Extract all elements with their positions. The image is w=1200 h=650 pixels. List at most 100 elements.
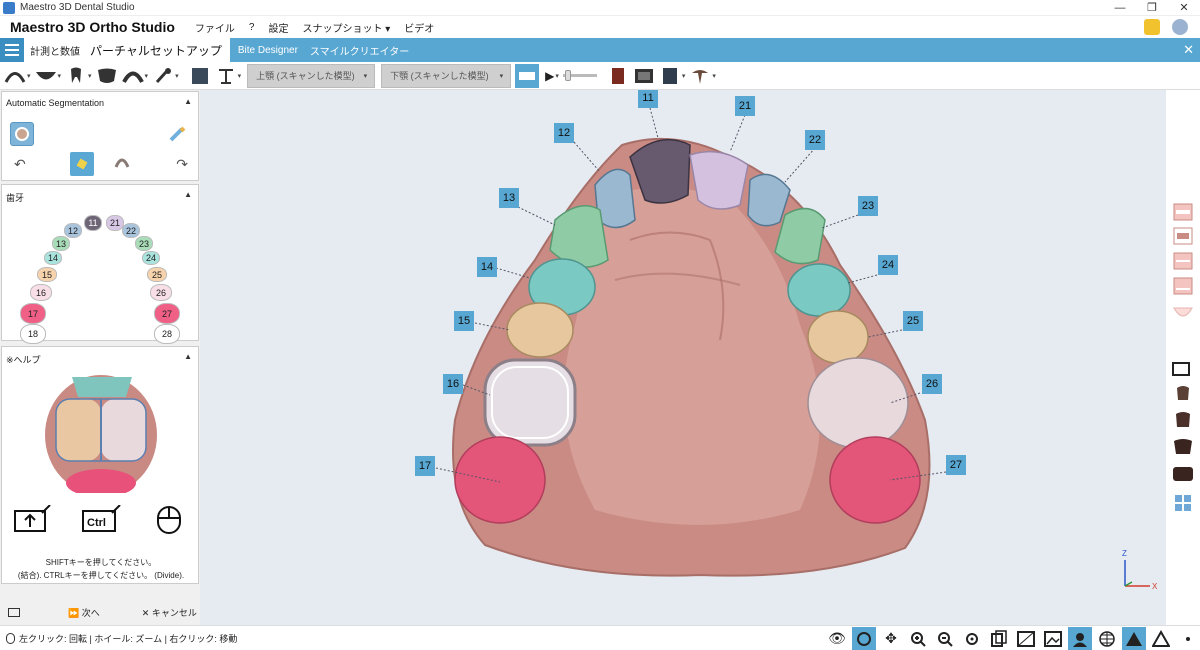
tooth-chip-17[interactable]: 17: [20, 303, 46, 324]
menu-help[interactable]: ?: [249, 22, 255, 33]
tooth-17[interactable]: [454, 436, 546, 524]
maximize-button[interactable]: ❐: [1136, 0, 1168, 16]
tooth-chip-27[interactable]: 27: [154, 303, 180, 324]
tooth-chip-23[interactable]: 23: [135, 236, 153, 251]
view-lower-jaw-icon[interactable]: [1171, 276, 1195, 296]
chat-icon[interactable]: [1144, 19, 1160, 35]
tooth-chip-12[interactable]: 12: [64, 223, 82, 238]
slider-handle[interactable]: [564, 70, 571, 81]
square-view-icon[interactable]: [189, 66, 211, 86]
tooth-chip-25[interactable]: 25: [147, 267, 167, 282]
tab-measure[interactable]: 計測と数値: [30, 43, 80, 58]
zoom-out-icon[interactable]: [933, 627, 957, 650]
tooth-label-11[interactable]: 11: [638, 90, 658, 108]
tooth-13[interactable]: [549, 205, 609, 268]
tooth-shade-1-icon[interactable]: [1171, 384, 1195, 404]
triangle-solid-icon[interactable]: [1122, 626, 1146, 650]
tooth-25[interactable]: [807, 310, 869, 364]
chevron-down-icon[interactable]: ▾: [712, 72, 716, 80]
menu-snapshot[interactable]: スナップショット ▾: [302, 20, 390, 35]
report-icon[interactable]: [607, 66, 629, 86]
minimize-button[interactable]: —: [1104, 0, 1136, 16]
tooth-24[interactable]: [787, 263, 851, 317]
section-tool-icon[interactable]: [1171, 358, 1195, 378]
tooth-27[interactable]: [829, 436, 921, 524]
triangle-outline-icon[interactable]: [1149, 627, 1173, 650]
panel-toggle-icon[interactable]: [8, 608, 20, 617]
brush-icon[interactable]: [152, 66, 174, 86]
view-upper-jaw-icon[interactable]: [1171, 251, 1195, 271]
tooth-chip-24[interactable]: 24: [142, 251, 160, 265]
tab-partial-setup[interactable]: パーチャルセットアップ: [90, 42, 222, 59]
dental-arch-model[interactable]: Z X: [200, 90, 1166, 625]
chevron-down-icon[interactable]: ▾: [58, 72, 62, 80]
tooth-label-14[interactable]: 14: [477, 257, 497, 277]
tooth-label-26[interactable]: 26: [922, 374, 942, 394]
tooth-chip-15[interactable]: 15: [37, 267, 57, 282]
chevron-down-icon[interactable]: ▾: [145, 72, 149, 80]
arch-icon[interactable]: [114, 156, 130, 171]
lower-jaw-select[interactable]: 下顎 (スキャンした模型) ▾: [381, 63, 512, 88]
eraser-tool-button[interactable]: [70, 152, 94, 176]
image-icon[interactable]: [1041, 627, 1065, 650]
tooth-icon[interactable]: [65, 66, 87, 86]
collapse-icon[interactable]: ▲: [184, 352, 192, 361]
upper-jaw-select[interactable]: 上顎 (スキャンした模型) ▾: [247, 63, 376, 88]
film-strip-icon[interactable]: [633, 66, 655, 86]
copy-view-icon[interactable]: [987, 627, 1011, 650]
segment-model-button[interactable]: [10, 122, 34, 146]
tooth-label-21[interactable]: 21: [735, 96, 755, 116]
scan-model-toggle-icon[interactable]: [515, 63, 540, 88]
tooth-shade-2-icon[interactable]: [1171, 410, 1195, 430]
arch-outline-icon[interactable]: [121, 66, 144, 86]
tab-bite-designer[interactable]: Bite Designer: [238, 45, 298, 56]
collapse-icon[interactable]: ▲: [184, 97, 192, 106]
tooth-15[interactable]: [506, 302, 574, 358]
close-window-button[interactable]: ✕: [1168, 0, 1200, 16]
pencil-icon[interactable]: [168, 125, 186, 143]
zoom-in-icon[interactable]: [906, 627, 930, 650]
pan-tool-icon[interactable]: ✥: [879, 627, 903, 650]
eye-icon[interactable]: 👁: [825, 627, 849, 650]
tooth-label-22[interactable]: 22: [805, 130, 825, 150]
tooth-chip-28[interactable]: 28: [154, 324, 180, 344]
tooth-label-17[interactable]: 17: [415, 456, 435, 476]
occlusal-view-icon[interactable]: [96, 66, 118, 86]
chevron-down-icon[interactable]: ▾: [238, 72, 242, 80]
tooth-16[interactable]: [483, 358, 577, 447]
animation-slider[interactable]: [562, 70, 597, 81]
tab-smile-creator[interactable]: スマイルクリエイター: [310, 43, 409, 58]
tooth-label-25[interactable]: 25: [903, 311, 923, 331]
tooth-label-23[interactable]: 23: [858, 196, 878, 216]
transparency-icon[interactable]: [1014, 627, 1038, 650]
dot-icon[interactable]: [1176, 627, 1200, 650]
book-icon[interactable]: [659, 66, 681, 86]
tooth-chip-22[interactable]: 22: [122, 223, 140, 238]
grid-icon[interactable]: [1095, 627, 1119, 650]
user-icon[interactable]: [1172, 19, 1188, 35]
center-view-icon[interactable]: [960, 627, 984, 650]
tooth-label-27[interactable]: 27: [946, 455, 966, 475]
tooth-label-24[interactable]: 24: [878, 255, 898, 275]
chevron-down-icon[interactable]: ▾: [682, 72, 686, 80]
tooth-label-15[interactable]: 15: [454, 311, 474, 331]
chevron-down-icon[interactable]: ▾: [27, 72, 31, 80]
rotate-tool-icon[interactable]: [852, 626, 876, 650]
jaw-shape-icon[interactable]: [35, 66, 57, 86]
redo-icon[interactable]: ↷: [176, 156, 188, 173]
collapse-icon[interactable]: ▲: [184, 190, 192, 199]
chevron-down-icon[interactable]: ▾: [175, 72, 179, 80]
tooth-chip-11[interactable]: 11: [84, 215, 102, 231]
close-mode-icon[interactable]: ✕: [1183, 42, 1194, 58]
measure-tool-icon[interactable]: [215, 66, 237, 86]
cancel-button[interactable]: ✕ キャンセル: [142, 606, 197, 619]
menu-file[interactable]: ファイル: [195, 20, 235, 35]
tooth-chip-16[interactable]: 16: [30, 284, 52, 301]
tooth-chip-18[interactable]: 18: [20, 324, 46, 344]
undo-icon[interactable]: ↶: [14, 156, 26, 173]
tooth-21[interactable]: [689, 150, 749, 210]
next-button[interactable]: ⏩ 次へ: [68, 606, 100, 619]
tooth-label-16[interactable]: 16: [443, 374, 463, 394]
implant-icon[interactable]: [689, 66, 711, 86]
tooth-chip-26[interactable]: 26: [150, 284, 172, 301]
